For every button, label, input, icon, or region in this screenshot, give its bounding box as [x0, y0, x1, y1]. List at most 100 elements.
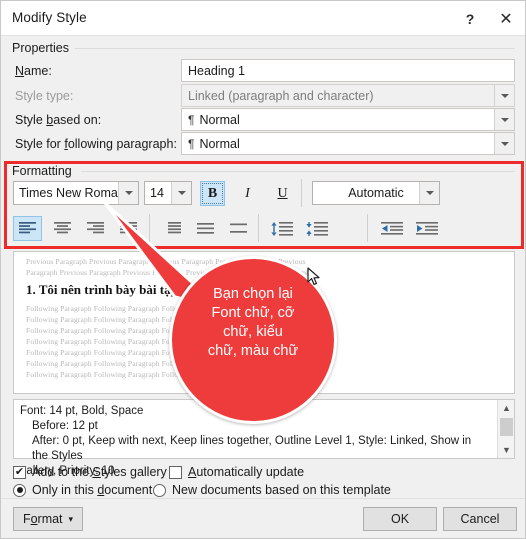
name-input[interactable]: Heading 1 — [181, 59, 515, 82]
toolbar-separator — [149, 214, 150, 242]
toolbar-separator — [367, 214, 368, 242]
modify-style-dialog: Modify Style ? ✕ Properties Name: Headin… — [0, 0, 526, 539]
font-name-combo[interactable]: Times New Roman — [13, 181, 139, 205]
decrease-indent-button[interactable] — [377, 216, 406, 241]
close-icon[interactable]: ✕ — [485, 1, 525, 36]
style-following-value: Normal — [199, 136, 240, 151]
style-description-box: Font: 14 pt, Bold, Space Before: 12 pt A… — [13, 399, 515, 477]
underline-button[interactable]: U — [270, 181, 295, 206]
line-spacing-1-5-button[interactable] — [191, 216, 220, 241]
line-spacing-1-5-icon — [197, 223, 214, 234]
line-spacing-single-icon — [168, 222, 181, 234]
align-center-button[interactable] — [48, 216, 77, 241]
increase-indent-icon — [415, 222, 438, 235]
preview-previous-line: Previous Paragraph Previous Paragraph Pr… — [26, 257, 306, 266]
decrease-indent-icon — [380, 222, 403, 235]
align-justify-icon — [120, 222, 137, 234]
only-this-document-label: Only in this document — [32, 483, 153, 497]
add-to-gallery-label: Add to the Styles gallery — [32, 465, 167, 479]
properties-group-rule — [75, 48, 515, 49]
font-name-value: Times New Roman — [19, 186, 118, 200]
preview-following-line: Following Paragraph Following Paragraph … — [26, 370, 296, 379]
desc-line-1: Font: 14 pt, Bold, Space — [20, 405, 144, 417]
line-spacing-double-button[interactable] — [224, 216, 253, 241]
space-before-icon — [270, 221, 293, 236]
chevron-down-icon[interactable] — [171, 182, 191, 204]
scrollbar-thumb[interactable] — [500, 418, 513, 436]
scroll-down-icon[interactable]: ▼ — [498, 442, 515, 458]
align-justify-button[interactable] — [114, 216, 143, 241]
font-color-combo[interactable]: Automatic — [312, 181, 440, 205]
preview-following-line: Following Paragraph Following Paragraph … — [26, 359, 296, 368]
scroll-up-icon[interactable]: ▲ — [498, 400, 515, 416]
style-type-label: Style type: — [15, 89, 74, 103]
style-following-label: Style for following paragraph: — [15, 137, 177, 151]
chevron-down-icon[interactable] — [118, 182, 138, 204]
line-spacing-double-icon — [230, 223, 247, 233]
properties-group-label: Properties — [12, 41, 69, 55]
desc-line-3: After: 0 pt, Keep with next, Keep lines … — [32, 435, 472, 462]
formatting-group-label: Formatting — [12, 164, 72, 178]
mouse-cursor-icon — [307, 267, 320, 285]
toolbar-separator — [301, 179, 302, 207]
align-center-icon — [54, 222, 71, 234]
align-left-icon — [19, 222, 36, 234]
increase-indent-button[interactable] — [412, 216, 441, 241]
style-following-combo[interactable]: ¶ Normal — [181, 132, 515, 155]
automatically-update-checkbox[interactable]: Automatically update — [169, 465, 304, 479]
radio-icon[interactable] — [153, 483, 166, 497]
font-size-combo[interactable]: 14 — [144, 181, 192, 205]
checkbox-icon[interactable] — [169, 465, 182, 479]
preview-following-line: Following Paragraph Following Paragraph … — [26, 348, 296, 357]
new-documents-radio[interactable]: New documents based on this template — [153, 483, 391, 497]
style-based-on-combo[interactable]: ¶ Normal — [181, 108, 515, 131]
pilcrow-icon: ¶ — [188, 112, 195, 127]
add-to-gallery-checkbox[interactable]: ✔ Add to the Styles gallery — [13, 465, 167, 479]
format-button-label: Format — [22, 512, 63, 526]
chevron-down-icon[interactable] — [494, 85, 514, 106]
automatically-update-label: Automatically update — [188, 465, 305, 479]
checkbox-icon[interactable]: ✔ — [13, 465, 26, 479]
preview-previous-line: Paragraph Previous Paragraph Previous Pa… — [26, 268, 310, 277]
align-left-button[interactable] — [13, 216, 42, 241]
window-title: Modify Style — [12, 10, 87, 25]
preview-following-line: Following Paragraph Following Paragraph … — [26, 326, 296, 335]
bold-button[interactable]: B — [200, 181, 225, 206]
italic-button[interactable]: I — [235, 181, 260, 206]
format-button[interactable]: Format ▾ — [13, 507, 83, 531]
caret-down-icon: ▾ — [68, 513, 74, 524]
style-based-on-label: Style based on: — [15, 113, 102, 127]
name-input-value: Heading 1 — [188, 63, 245, 78]
dialog-button-bar: Format ▾ OK Cancel — [1, 498, 525, 538]
desc-line-2: Before: 12 pt — [32, 420, 98, 432]
align-right-icon — [87, 222, 104, 234]
formatting-group-rule — [81, 171, 515, 172]
radio-icon[interactable] — [13, 483, 26, 497]
line-spacing-single-button[interactable] — [158, 216, 187, 241]
only-this-document-radio[interactable]: Only in this document — [13, 483, 152, 497]
font-size-value: 14 — [150, 186, 164, 200]
preview-following-line: Following Paragraph Following Paragraph … — [26, 304, 296, 313]
new-documents-label: New documents based on this template — [172, 483, 391, 497]
chevron-down-icon[interactable] — [494, 133, 514, 154]
cancel-button[interactable]: Cancel — [443, 507, 517, 531]
ok-button[interactable]: OK — [363, 507, 437, 531]
chevron-down-icon[interactable] — [419, 182, 439, 204]
preview-heading: 1. Tôi nên trình bày bài tập — [26, 282, 178, 297]
align-right-button[interactable] — [81, 216, 110, 241]
title-bar: Modify Style ? ✕ — [1, 1, 525, 36]
space-before-button[interactable] — [267, 216, 296, 241]
pilcrow-icon: ¶ — [188, 136, 195, 151]
preview-following-line: Following Paragraph Following Paragraph … — [26, 337, 296, 346]
preview-following-line: Following Paragraph Following Paragraph … — [26, 315, 296, 324]
style-preview-pane: Previous Paragraph Previous Paragraph Pr… — [13, 251, 515, 394]
space-after-icon — [305, 221, 328, 236]
style-based-on-value: Normal — [199, 112, 240, 127]
toolbar-separator — [258, 214, 259, 242]
chevron-down-icon[interactable] — [494, 109, 514, 130]
space-after-button[interactable] — [302, 216, 331, 241]
description-scrollbar[interactable]: ▲ ▼ — [497, 400, 514, 458]
name-label: Name: — [15, 64, 52, 78]
style-type-combo[interactable]: Linked (paragraph and character) — [181, 84, 515, 107]
style-type-value: Linked (paragraph and character) — [188, 88, 374, 103]
